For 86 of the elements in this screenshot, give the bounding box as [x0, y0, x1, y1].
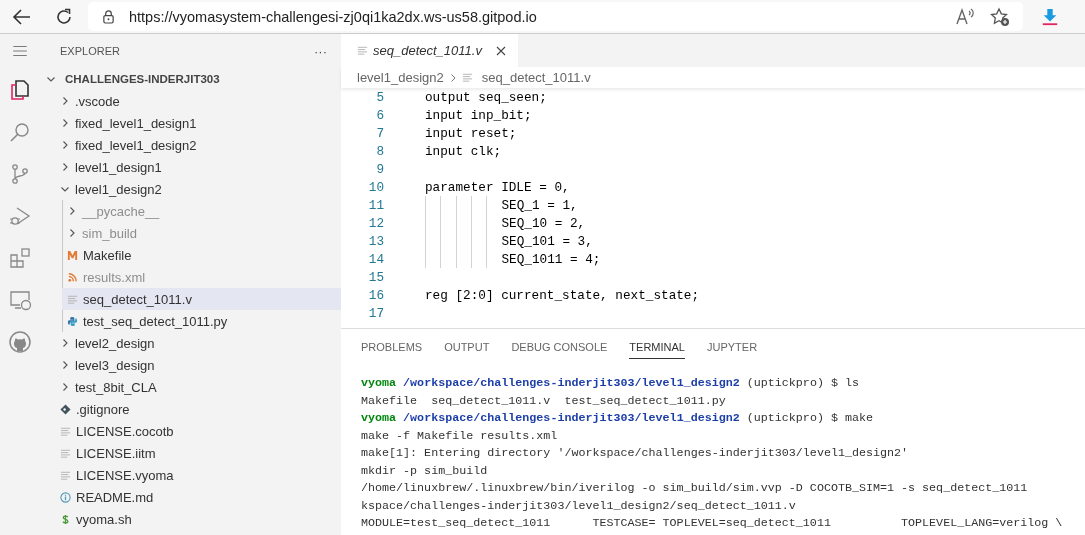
tree-item[interactable]: LICENSE.vyoma: [40, 464, 341, 486]
tree-item[interactable]: vyoma.sh: [40, 508, 341, 530]
tree-item[interactable]: seq_detect_1011.v: [62, 288, 341, 310]
lock-icon: [102, 9, 115, 24]
terminal-line: kspace/challenges-inderjit303/level1_design2/seq_detect_1011.v: [361, 498, 797, 515]
line-number: 16: [367, 287, 384, 303]
panel-tab[interactable]: PROBLEMS: [361, 338, 423, 359]
tree-item[interactable]: .gitignore: [40, 398, 341, 420]
address-bar[interactable]: https://vyomasystem-challengesi-zj0qi1ka2dx.ws-us58.gitpod.io: [88, 2, 1023, 31]
diamond-icon: [60, 403, 71, 415]
line-number: 14: [367, 251, 384, 267]
text-lines-icon: [461, 72, 473, 83]
line-number: 5: [375, 89, 384, 105]
tree-item[interactable]: fixed_level1_design2: [40, 134, 341, 156]
files-icon[interactable]: [8, 78, 32, 102]
remote-explorer-icon[interactable]: [8, 288, 32, 312]
line-number: 17: [367, 305, 384, 321]
line-number: 12: [367, 215, 384, 231]
line-number: 9: [375, 161, 384, 177]
text-lines-icon: [67, 293, 78, 305]
panel-tab[interactable]: OUTPUT: [444, 338, 490, 359]
tree-item[interactable]: test_8bit_CLA: [40, 376, 341, 398]
line-number: 6: [375, 107, 384, 123]
line-number: 7: [375, 125, 384, 141]
text-lines-icon: [60, 447, 71, 459]
tree-item[interactable]: LICENSE.iitm: [40, 442, 341, 464]
back-arrow-icon[interactable]: [12, 6, 32, 27]
refresh-icon[interactable]: [54, 6, 74, 27]
tree-item[interactable]: README.md: [40, 486, 341, 508]
terminal-line: /home/linuxbrew/.linuxbrew/bin/iverilog -o sim_build/sim.vvp -D COCOTB_SIM=1 -s seq_detect_1011: [361, 481, 1029, 497]
tree-item[interactable]: fixed_level1_design1: [40, 112, 341, 134]
tree-item[interactable]: test_seq_detect_1011.py: [62, 310, 341, 332]
dollar-icon: [60, 513, 71, 525]
tree-item[interactable]: .vscode: [40, 90, 341, 112]
close-icon[interactable]: [495, 45, 506, 56]
search-icon[interactable]: [8, 120, 32, 144]
text-lines-icon: [60, 469, 71, 481]
text-lines-icon: [60, 425, 71, 437]
code-line: SEQ_10 = 2,: [501, 215, 586, 231]
line-number: 10: [367, 179, 384, 195]
code-line: SEQ_1 = 1,: [501, 197, 578, 213]
rss-feed-icon: [67, 271, 78, 283]
tree-item[interactable]: LICENSE.cocotb: [40, 420, 341, 442]
favorite-star-icon[interactable]: [989, 6, 1011, 27]
url-text: https://vyomasystem-challengesi-zj0qi1ka2dx.ws-us58.gitpod.io: [129, 8, 537, 25]
line-number: 13: [367, 233, 384, 249]
workspace-root[interactable]: CHALLENGES-INDERJIT303: [40, 68, 341, 90]
tree-item[interactable]: Makefile: [62, 244, 341, 266]
terminal-line: vyoma /workspace/challenges-inderjit303/level1_design2 (uptickpro) $ make: [361, 411, 874, 427]
code-line: parameter IDLE = 0,: [425, 179, 570, 195]
download-icon[interactable]: [1041, 7, 1059, 26]
terminal-line: make -f Makefile results.xml: [361, 428, 559, 445]
explorer-title: EXPLORER: [60, 45, 120, 57]
tree-item[interactable]: level1_design1: [40, 156, 341, 178]
code-line: SEQ_1011 = 4;: [501, 251, 601, 267]
code-line: SEQ_101 = 3,: [501, 233, 593, 249]
code-line: reg [2:0] current_state, next_state;: [425, 287, 700, 303]
panel-tab[interactable]: DEBUG CONSOLE: [511, 338, 608, 359]
terminal-line: mkdir -p sim_build: [361, 463, 489, 480]
m-letter-icon: [67, 249, 78, 261]
tree-item[interactable]: level1_design2: [40, 178, 341, 200]
info-icon: [60, 491, 71, 503]
line-number: 11: [367, 197, 384, 213]
code-line: input reset;: [425, 125, 517, 141]
breadcrumb-item[interactable]: seq_detect_1011.v: [481, 70, 591, 85]
line-number: 8: [375, 143, 384, 159]
python-icon: [67, 315, 78, 327]
editor-tab[interactable]: seq_detect_1011.v: [341, 34, 518, 67]
github-icon[interactable]: [8, 330, 32, 354]
panel-tab[interactable]: TERMINAL: [629, 338, 685, 359]
terminal-line: Makefile seq_detect_1011.v test_seq_detect_1011.py: [361, 393, 727, 410]
code-line: output seq_seen;: [425, 89, 547, 105]
read-aloud-icon[interactable]: [955, 6, 977, 27]
terminal-line: MODULE=test_seq_detect_1011 TESTCASE= TOPLEVEL=seq_detect_1011 TOPLEVEL_LANG=verilog \: [361, 516, 1064, 532]
tree-item[interactable]: level2_design: [40, 332, 341, 354]
panel-tab[interactable]: JUPYTER: [706, 338, 758, 359]
terminal-line: vyoma /workspace/challenges-inderjit303/level1_design2 (uptickpro) $ ls: [361, 376, 860, 392]
terminal-line: make[1]: Entering directory '/workspace/challenges-inderjit303/level1_design2': [361, 446, 910, 462]
text-lines-icon: [357, 45, 368, 56]
more-actions-button[interactable]: ···: [314, 43, 327, 59]
breadcrumb-item[interactable]: level1_design2: [357, 70, 444, 85]
tree-item[interactable]: level3_design: [40, 354, 341, 376]
extensions-icon[interactable]: [8, 246, 32, 270]
code-line: input clk;: [425, 143, 502, 159]
line-number: 15: [367, 269, 384, 285]
code-line: input inp_bit;: [425, 107, 532, 123]
